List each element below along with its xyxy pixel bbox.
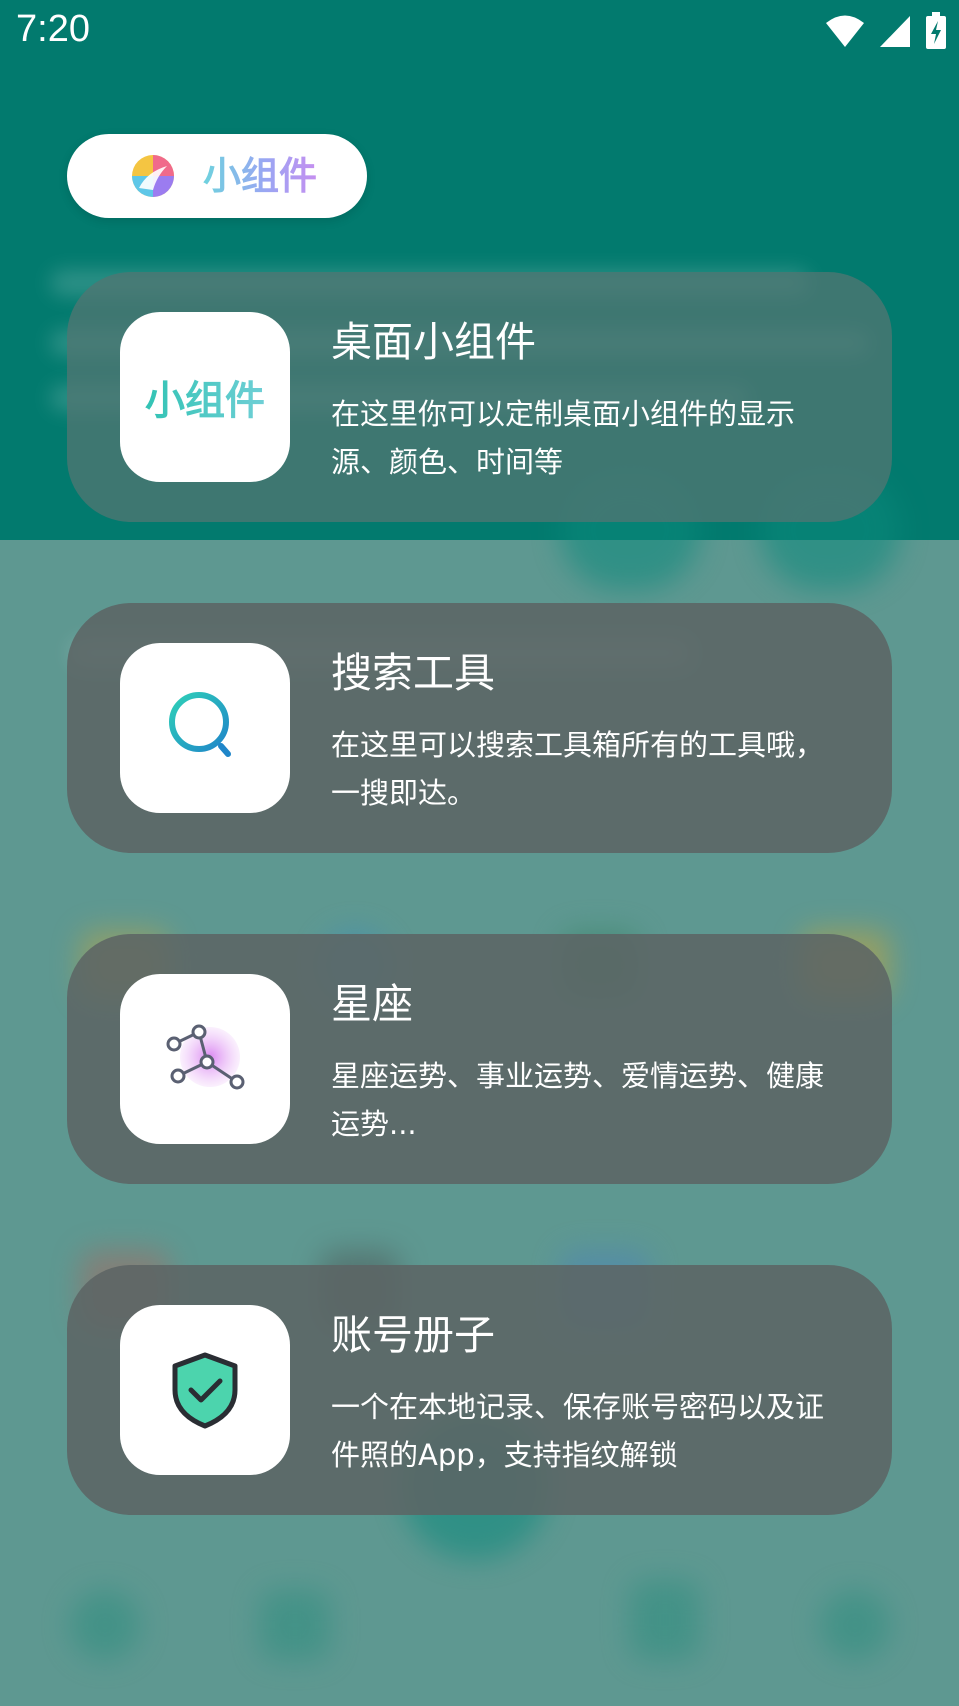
background-blur-nav	[630, 1580, 700, 1660]
signal-icon	[880, 16, 910, 47]
card-constellation[interactable]: 星座 星座运势、事业运势、爱情运势、健康运势...	[67, 934, 892, 1184]
constellation-icon-tile	[120, 974, 290, 1144]
widget-text-icon: 小组件	[120, 312, 290, 482]
background-blur-nav	[70, 1590, 140, 1660]
battery-charging-icon	[926, 12, 946, 49]
shield-icon-tile	[120, 1305, 290, 1475]
rainbow-logo-icon	[132, 155, 174, 197]
background-blur-nav	[820, 1590, 890, 1660]
card-title: 账号册子	[331, 1311, 495, 1359]
status-time: 7:20	[16, 8, 90, 50]
card-desktop-widget[interactable]: 小组件 桌面小组件 在这里你可以定制桌面小组件的显示源、颜色、时间等	[67, 272, 892, 522]
search-icon	[169, 692, 231, 757]
status-bar: 7:20	[0, 0, 959, 64]
card-account-book[interactable]: 账号册子 一个在本地记录、保存账号密码以及证件照的App，支持指纹解锁	[67, 1265, 892, 1515]
card-description: 在这里你可以定制桌面小组件的显示源、颜色、时间等	[331, 397, 796, 479]
card-description: 一个在本地记录、保存账号密码以及证件照的App，支持指纹解锁	[331, 1390, 825, 1472]
shield-check-icon	[172, 1352, 238, 1429]
page-title: 小组件	[203, 154, 318, 198]
search-icon-tile	[120, 643, 290, 813]
background-blur-nav	[260, 1590, 330, 1660]
card-title: 桌面小组件	[331, 318, 536, 366]
status-icons	[825, 12, 947, 50]
card-description: 在这里可以搜索工具箱所有的工具哦，一搜即达。	[331, 728, 825, 810]
widget-icon-label: 小组件	[145, 368, 265, 426]
card-title: 搜索工具	[331, 649, 495, 697]
card-search-tool[interactable]: 搜索工具 在这里可以搜索工具箱所有的工具哦，一搜即达。	[67, 603, 892, 853]
header-pill: 小组件	[67, 134, 367, 218]
card-title: 星座	[331, 980, 413, 1028]
card-description: 星座运势、事业运势、爱情运势、健康运势...	[331, 1059, 825, 1141]
constellation-icon	[166, 1024, 245, 1090]
wifi-icon	[826, 15, 864, 47]
